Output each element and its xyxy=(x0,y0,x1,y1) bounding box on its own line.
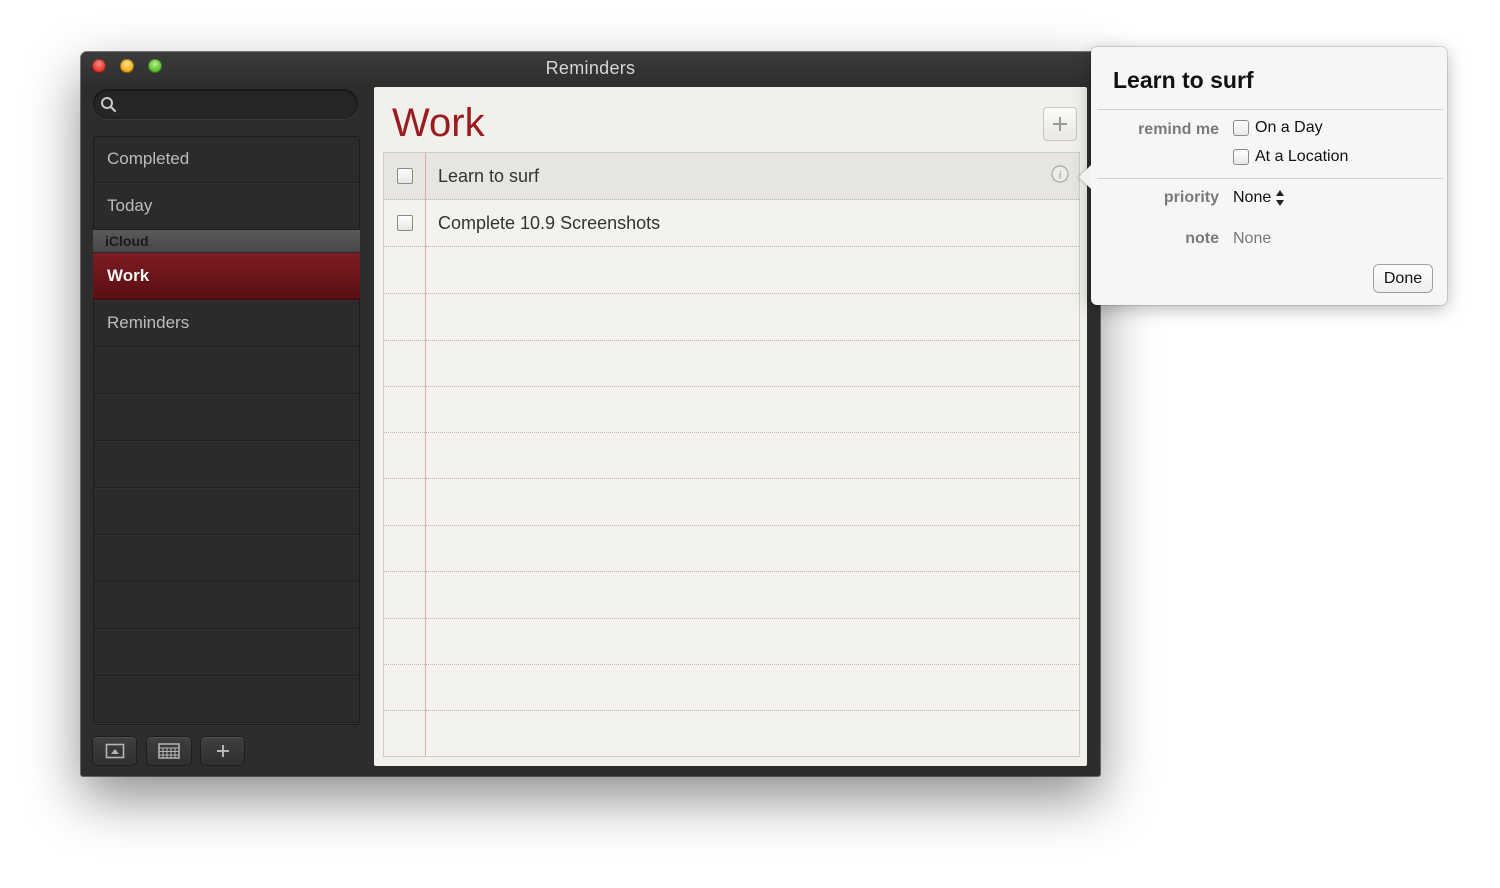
popover-arrow xyxy=(1079,165,1091,189)
empty-line xyxy=(384,618,1079,665)
sidebar-empty-row xyxy=(93,629,360,676)
divider xyxy=(1097,178,1443,179)
empty-line xyxy=(384,386,1079,433)
section-header-label: iCloud xyxy=(105,233,149,249)
sidebar-item-reminders[interactable]: Reminders xyxy=(93,300,360,347)
empty-line xyxy=(384,432,1079,479)
empty-line xyxy=(384,247,1079,294)
empty-line xyxy=(384,572,1079,619)
remind-me-label: remind me xyxy=(1138,121,1219,138)
reminder-row[interactable]: Learn to surf i xyxy=(384,153,1079,200)
title-bar[interactable]: Reminders xyxy=(81,52,1100,86)
add-reminder-button[interactable] xyxy=(1044,108,1076,140)
search-field[interactable] xyxy=(93,89,358,119)
reminder-checkbox[interactable] xyxy=(397,168,413,184)
at-a-location-label[interactable]: At a Location xyxy=(1255,148,1348,166)
sidebar-item-completed[interactable]: Completed xyxy=(93,136,360,183)
info-icon[interactable]: i xyxy=(1051,165,1069,183)
add-list-button[interactable] xyxy=(201,737,244,765)
sidebar-empty-row xyxy=(93,582,360,629)
reminder-checkbox[interactable] xyxy=(397,215,413,231)
sidebar-empty-row xyxy=(93,394,360,441)
popup-arrows-icon[interactable] xyxy=(1275,188,1285,208)
sidebar-item-label: Reminders xyxy=(107,313,190,332)
at-a-location-checkbox[interactable] xyxy=(1233,149,1249,165)
note-label: note xyxy=(1185,230,1219,247)
plus-icon xyxy=(216,745,229,757)
reminder-title[interactable]: Learn to surf xyxy=(438,166,539,187)
show-calendar-icon xyxy=(105,743,124,759)
svg-text:i: i xyxy=(1058,168,1061,182)
sidebar-empty-row xyxy=(93,441,360,488)
reminder-details-popover: Learn to surf remind me On a Day At a Lo… xyxy=(1079,47,1447,305)
priority-popup[interactable]: None xyxy=(1233,189,1271,207)
show-calendar-button[interactable] xyxy=(93,737,136,765)
sidebar-item-today[interactable]: Today xyxy=(93,183,360,230)
done-button[interactable]: Done xyxy=(1374,265,1432,292)
empty-line xyxy=(384,294,1079,341)
sidebar-empty-row xyxy=(93,347,360,394)
reminder-row[interactable]: Complete 10.9 Screenshots xyxy=(384,200,1079,247)
list-title: Work xyxy=(392,101,485,145)
popover-title[interactable]: Learn to surf xyxy=(1113,67,1254,94)
reminders-sheet: Learn to surf i Complete 10.9 Screenshot… xyxy=(383,152,1080,757)
sidebar-empty-row xyxy=(93,488,360,535)
reminder-title[interactable]: Complete 10.9 Screenshots xyxy=(438,213,660,234)
window-title: Reminders xyxy=(545,58,636,78)
priority-label: priority xyxy=(1163,189,1219,206)
sidebar-empty-row xyxy=(93,676,360,723)
reminders-window: Reminders Completed Today iCloud Work Re… xyxy=(81,52,1100,776)
empty-line xyxy=(384,525,1079,572)
sidebar-item-label: Completed xyxy=(107,149,190,168)
divider xyxy=(1097,109,1443,110)
empty-line xyxy=(384,479,1079,526)
empty-line xyxy=(384,664,1079,711)
sidebar-item-label: Work xyxy=(107,266,150,285)
on-a-day-label[interactable]: On a Day xyxy=(1255,119,1323,137)
plus-icon xyxy=(1053,117,1067,131)
sidebar-item-label: Today xyxy=(107,196,153,215)
reminders-list-pane: Work Learn to surf i Complete 10.9 Scree… xyxy=(374,87,1087,766)
sidebar-section-header: iCloud xyxy=(93,230,360,252)
search-input[interactable] xyxy=(121,93,350,117)
sidebar-empty-row xyxy=(93,535,360,582)
sidebar-item-work[interactable]: Work xyxy=(93,253,360,300)
calendar-grid-button[interactable] xyxy=(147,737,191,765)
margin-line xyxy=(425,153,426,756)
note-field[interactable]: None xyxy=(1233,230,1271,248)
empty-line xyxy=(384,340,1079,387)
search-icon xyxy=(101,97,117,113)
sidebar: Completed Today iCloud Work Reminders xyxy=(93,136,360,725)
calendar-grid-icon xyxy=(158,743,180,759)
on-a-day-checkbox[interactable] xyxy=(1233,120,1249,136)
